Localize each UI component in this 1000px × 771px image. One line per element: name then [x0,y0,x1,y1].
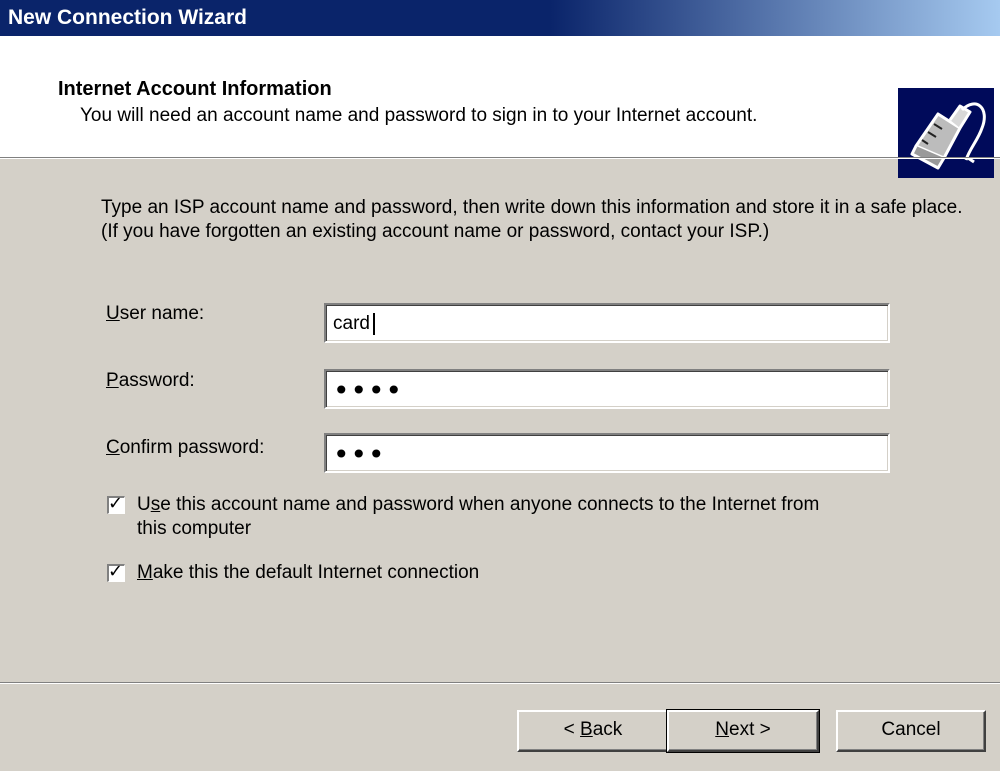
username-label: User name: [106,303,204,325]
page-title: Internet Account Information [58,78,332,100]
next-button-accel: N [715,719,729,740]
cancel-button[interactable]: Cancel [836,710,986,752]
confirm-password-label: Confirm password: [106,437,264,459]
instructions-text: Type an ISP account name and password, t… [101,197,963,242]
back-button-pre: < [563,719,581,740]
confirm-label-accel: C [106,437,120,458]
use-account-label[interactable]: Use this account name and password when … [137,493,819,541]
default-connection-checkbox[interactable]: ✓ [107,561,125,582]
password-value: •••• [333,374,404,407]
page-subtitle: You will need an account name and passwo… [80,105,758,126]
username-label-accel: U [106,303,120,324]
password-label-text: assword: [118,370,195,391]
next-button[interactable]: Next > [666,709,820,753]
back-button[interactable]: < Back [517,710,669,752]
text-caret [373,313,375,335]
use-account-label-pre: U [137,494,151,515]
use-account-label-rest: e this account name and password when an… [160,494,820,515]
default-conn-label-rest: ake this the default Internet connection [152,562,480,583]
connection-plug-icon [898,88,994,178]
use-account-checkbox[interactable]: ✓ [107,493,125,514]
password-input[interactable]: •••• [324,369,890,409]
header-divider-highlight [0,158,1000,159]
window-title: New Connection Wizard [8,6,247,29]
title-bar[interactable]: New Connection Wizard [0,0,1000,36]
password-label-accel: P [106,370,119,391]
default-connection-label[interactable]: Make this the default Internet connectio… [137,561,479,585]
confirm-password-input[interactable]: ••• [324,433,890,473]
username-input[interactable]: card [324,303,890,343]
confirm-password-value: ••• [333,438,386,471]
wizard-header: Internet Account Information You will ne… [0,36,1000,178]
use-account-accel: s [150,494,161,515]
wizard-window: New Connection Wizard Internet Account I… [0,0,1000,771]
username-value: card [333,313,370,334]
next-button-rest: ext > [729,719,771,740]
back-button-accel: B [580,719,593,740]
username-label-text: ser name: [119,303,205,324]
checkmark-icon: ✓ [108,561,124,582]
password-label: Password: [106,370,195,392]
checkmark-icon: ✓ [108,493,124,514]
footer-divider-highlight [0,683,1000,684]
back-button-rest: ack [592,719,623,740]
confirm-label-text: onfirm password: [119,437,265,458]
default-conn-accel: M [137,562,153,583]
use-account-label-line2: this computer [137,518,252,539]
